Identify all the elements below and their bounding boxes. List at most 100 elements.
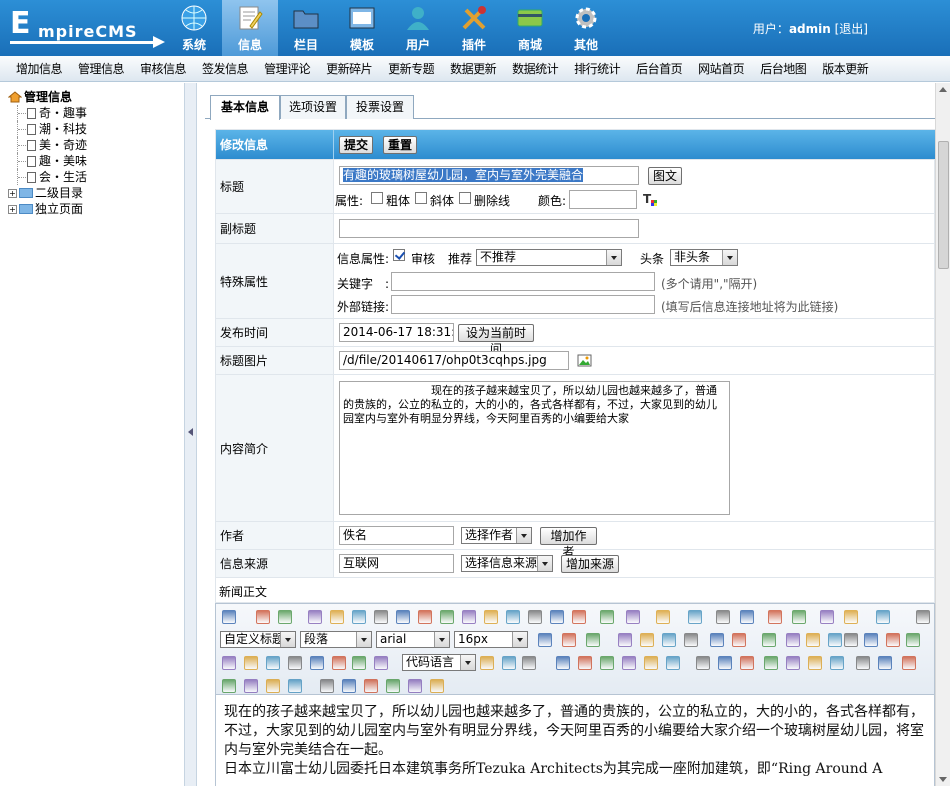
scroll-down-icon[interactable] bbox=[939, 777, 947, 782]
toolbar-button-icon[interactable] bbox=[716, 610, 730, 624]
titlepic-input[interactable]: /d/file/20140617/ohp0t3cqhps.jpg bbox=[339, 351, 569, 370]
expand-icon[interactable]: + bbox=[8, 188, 17, 198]
toolbar-button-icon[interactable] bbox=[844, 633, 858, 647]
bold-checkbox[interactable] bbox=[371, 192, 383, 204]
scroll-thumb[interactable] bbox=[938, 141, 949, 269]
toolbar-button-icon[interactable] bbox=[320, 679, 334, 693]
topnav-item-0[interactable]: 系统 bbox=[166, 0, 222, 56]
toolbar-button-icon[interactable] bbox=[740, 656, 754, 670]
custom-title-select[interactable]: 自定义标题 bbox=[220, 631, 296, 648]
panel-splitter[interactable] bbox=[185, 83, 197, 786]
tree-folder[interactable]: + 二级目录 bbox=[0, 185, 184, 201]
tab-basic-info[interactable]: 基本信息 bbox=[210, 95, 280, 120]
tree-item[interactable]: 美・奇迹 bbox=[0, 137, 184, 153]
toolbar-button-icon[interactable] bbox=[330, 610, 344, 624]
toolbar-button-icon[interactable] bbox=[562, 633, 576, 647]
toolbar-button-icon[interactable] bbox=[618, 633, 632, 647]
subnav-item-7[interactable]: 数据更新 bbox=[442, 60, 504, 77]
toolbar-button-icon[interactable] bbox=[808, 656, 822, 670]
strike-checkbox[interactable] bbox=[459, 192, 471, 204]
toolbar-button-icon[interactable] bbox=[586, 633, 600, 647]
toolbar-button-icon[interactable] bbox=[878, 656, 892, 670]
toolbar-button-icon[interactable] bbox=[244, 679, 258, 693]
toolbar-button-icon[interactable] bbox=[906, 633, 920, 647]
toolbar-button-icon[interactable] bbox=[266, 679, 280, 693]
toolbar-button-icon[interactable] bbox=[374, 656, 388, 670]
toolbar-button-icon[interactable] bbox=[288, 679, 302, 693]
toolbar-button-icon[interactable] bbox=[830, 656, 844, 670]
toolbar-button-icon[interactable] bbox=[332, 656, 346, 670]
toolbar-button-icon[interactable] bbox=[864, 633, 878, 647]
toolbar-button-icon[interactable] bbox=[528, 610, 542, 624]
subnav-item-3[interactable]: 签发信息 bbox=[194, 60, 256, 77]
toolbar-button-icon[interactable] bbox=[762, 633, 776, 647]
title-input[interactable]: 有趣的玻璃树屋幼儿园，室内与室外完美融合 bbox=[339, 166, 639, 185]
toolbar-button-icon[interactable] bbox=[876, 610, 890, 624]
toolbar-button-icon[interactable] bbox=[440, 610, 454, 624]
toolbar-button-icon[interactable] bbox=[792, 610, 806, 624]
editor-content[interactable]: 现在的孩子越来越宝贝了，所以幼儿园也越来越多了，普通的贵族的，公立的私立的，大的… bbox=[216, 694, 934, 786]
recommend-select[interactable]: 不推荐 bbox=[476, 249, 622, 266]
toolbar-button-icon[interactable] bbox=[506, 610, 520, 624]
pubtime-input[interactable]: 2014-06-17 18:31:04 bbox=[339, 323, 454, 342]
toolbar-button-icon[interactable] bbox=[222, 656, 236, 670]
toolbar-button-icon[interactable] bbox=[288, 656, 302, 670]
toolbar-button-icon[interactable] bbox=[696, 656, 710, 670]
toolbar-button-icon[interactable] bbox=[418, 610, 432, 624]
external-link-input[interactable] bbox=[391, 295, 655, 314]
toolbar-button-icon[interactable] bbox=[408, 679, 422, 693]
toolbar-button-icon[interactable] bbox=[732, 633, 746, 647]
toolbar-button-icon[interactable] bbox=[310, 656, 324, 670]
toolbar-button-icon[interactable] bbox=[806, 633, 820, 647]
toolbar-button-icon[interactable] bbox=[820, 610, 834, 624]
subnav-item-4[interactable]: 管理评论 bbox=[256, 60, 318, 77]
toolbar-button-icon[interactable] bbox=[856, 656, 870, 670]
tree-root[interactable]: 管理信息 bbox=[0, 89, 184, 105]
toolbar-button-icon[interactable] bbox=[364, 679, 378, 693]
toolbar-button-icon[interactable] bbox=[342, 679, 356, 693]
topnav-item-5[interactable]: 插件 bbox=[446, 0, 502, 56]
subnav-item-1[interactable]: 管理信息 bbox=[70, 60, 132, 77]
toolbar-button-icon[interactable] bbox=[786, 656, 800, 670]
summary-textarea[interactable]: 现在的孩子越来越宝贝了，所以幼儿园也越来越多了，普通的贵族的，公立的私立的，大的… bbox=[339, 381, 730, 515]
tree-item[interactable]: 奇・趣事 bbox=[0, 105, 184, 121]
scroll-up-icon[interactable] bbox=[939, 87, 947, 92]
toolbar-button-icon[interactable] bbox=[244, 656, 258, 670]
toolbar-button-icon[interactable] bbox=[622, 656, 636, 670]
toolbar-button-icon[interactable] bbox=[902, 656, 916, 670]
toolbar-button-icon[interactable] bbox=[550, 610, 564, 624]
subtitle-input[interactable] bbox=[339, 219, 639, 238]
toolbar-button-icon[interactable] bbox=[386, 679, 400, 693]
toolbar-button-icon[interactable] bbox=[484, 610, 498, 624]
toolbar-button-icon[interactable] bbox=[430, 679, 444, 693]
paragraph-select[interactable]: 段落 bbox=[300, 631, 372, 648]
add-author-button[interactable]: 增加作者 bbox=[540, 527, 597, 559]
subnav-item-10[interactable]: 后台首页 bbox=[628, 60, 690, 77]
tree-item[interactable]: 趣・美味 bbox=[0, 153, 184, 169]
subnav-item-8[interactable]: 数据统计 bbox=[504, 60, 566, 77]
author-select[interactable]: 选择作者 bbox=[461, 527, 532, 544]
toolbar-button-icon[interactable] bbox=[844, 610, 858, 624]
italic-checkbox[interactable] bbox=[415, 192, 427, 204]
submit-button[interactable]: 提交 bbox=[339, 136, 373, 154]
toolbar-button-icon[interactable] bbox=[916, 610, 930, 624]
subnav-item-11[interactable]: 网站首页 bbox=[690, 60, 752, 77]
toolbar-button-icon[interactable] bbox=[666, 656, 680, 670]
toolbar-button-icon[interactable] bbox=[828, 633, 842, 647]
toolbar-button-icon[interactable] bbox=[886, 633, 900, 647]
reset-button[interactable]: 重置 bbox=[383, 136, 417, 154]
toolbar-button-icon[interactable] bbox=[222, 610, 236, 624]
audit-checkbox[interactable] bbox=[393, 249, 405, 261]
topnav-item-1[interactable]: 信息 bbox=[222, 0, 278, 56]
headline-select[interactable]: 非头条 bbox=[670, 249, 738, 266]
topnav-item-4[interactable]: 用户 bbox=[390, 0, 446, 56]
toolbar-button-icon[interactable] bbox=[600, 656, 614, 670]
tab-options[interactable]: 选项设置 bbox=[280, 95, 346, 119]
toolbar-button-icon[interactable] bbox=[688, 610, 702, 624]
toolbar-button-icon[interactable] bbox=[502, 656, 516, 670]
toolbar-button-icon[interactable] bbox=[764, 656, 778, 670]
toolbar-button-icon[interactable] bbox=[710, 633, 724, 647]
topnav-item-7[interactable]: 其他 bbox=[558, 0, 614, 56]
toolbar-button-icon[interactable] bbox=[222, 679, 236, 693]
toolbar-button-icon[interactable] bbox=[352, 610, 366, 624]
